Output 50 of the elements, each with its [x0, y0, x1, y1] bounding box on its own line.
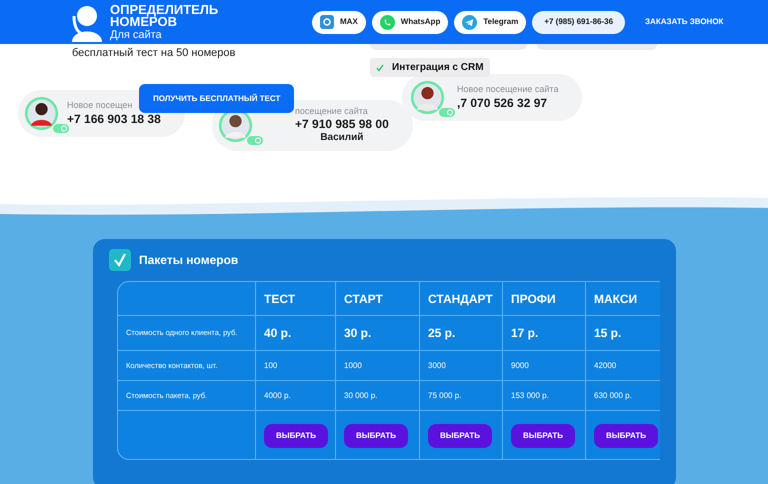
free-test-button[interactable]: ПОЛУЧИТЬ БЕСПЛАТНЫЙ ТЕСТ	[139, 84, 294, 113]
visitor-name: Василий	[319, 132, 364, 145]
table-cell: 630 000 р.	[585, 381, 660, 411]
select-button[interactable]: ВЫБРАТЬ	[344, 424, 408, 448]
paper-plane-icon	[462, 14, 478, 30]
check-icon	[376, 64, 384, 72]
table-cell: 1000	[335, 351, 419, 381]
select-button[interactable]: ВЫБРАТЬ	[594, 424, 658, 448]
column-header: СТАНДАРТ	[419, 282, 502, 316]
table-cell: 30 000 р.	[335, 381, 419, 411]
table-cell: 100	[255, 351, 335, 381]
visit-label: Новое посещение сайта	[457, 84, 558, 96]
visitor-phone: +7 166 903 18 38	[67, 112, 161, 127]
check-icon	[109, 249, 131, 271]
table-cell: 40 р.	[255, 316, 335, 351]
table-cell: 153 000 р.	[502, 381, 585, 411]
select-button[interactable]: ВЫБРАТЬ	[264, 424, 328, 448]
table-cell: 17 р.	[502, 316, 585, 351]
logo-title: ОПРЕДЕЛИТЕЛЬ НОМЕРОВ	[110, 4, 220, 28]
logo-subtitle: Для сайта	[110, 30, 163, 40]
callback-button[interactable]: ЗАКАЗАТЬ ЗВОНОК	[645, 16, 724, 28]
column-header: СТАРТ	[335, 282, 419, 316]
column-header: ТЕСТ	[255, 282, 335, 316]
table-cell: 75 000 р.	[419, 381, 502, 411]
crm-label: Интеграция с CRM	[392, 61, 484, 75]
visit-label: посещение сайта	[295, 106, 369, 118]
contact-link[interactable]: Telegram	[454, 10, 526, 34]
visitor-phone: ,7 070 526 32 97	[457, 96, 548, 111]
column-header: ПРОФИ	[502, 282, 585, 316]
avatar-icon	[24, 96, 59, 131]
select-button[interactable]: ВЫБРАТЬ	[511, 424, 575, 448]
select-button[interactable]: ВЫБРАТЬ	[428, 424, 492, 448]
visitor-phone: +7 910 985 98 00	[295, 117, 389, 132]
table-cell: 25 р.	[419, 316, 502, 351]
column-header: МАКСИ	[585, 282, 660, 316]
chat-icon	[320, 15, 334, 29]
avatar-icon	[410, 80, 445, 115]
visit-label: Новое посещен	[67, 100, 134, 112]
table-cell: 15 р.	[585, 316, 660, 351]
table-cell: 4000 р.	[255, 381, 335, 411]
table-cell: 9000	[502, 351, 585, 381]
contact-link[interactable]: +7 (985) 691-86-36	[532, 10, 626, 34]
contact-link[interactable]: MAX	[312, 10, 366, 34]
table-cell: 42000	[585, 351, 660, 381]
table-cell: 3000	[419, 351, 502, 381]
hero-subtitle: бесплатный тест на 50 номеров	[72, 46, 236, 61]
phone-bubble-icon	[380, 14, 395, 30]
table-cell: 30 р.	[335, 316, 419, 351]
panel-title: Пакеты номеров	[139, 252, 238, 269]
contact-link[interactable]: WhatsApp	[372, 10, 448, 34]
